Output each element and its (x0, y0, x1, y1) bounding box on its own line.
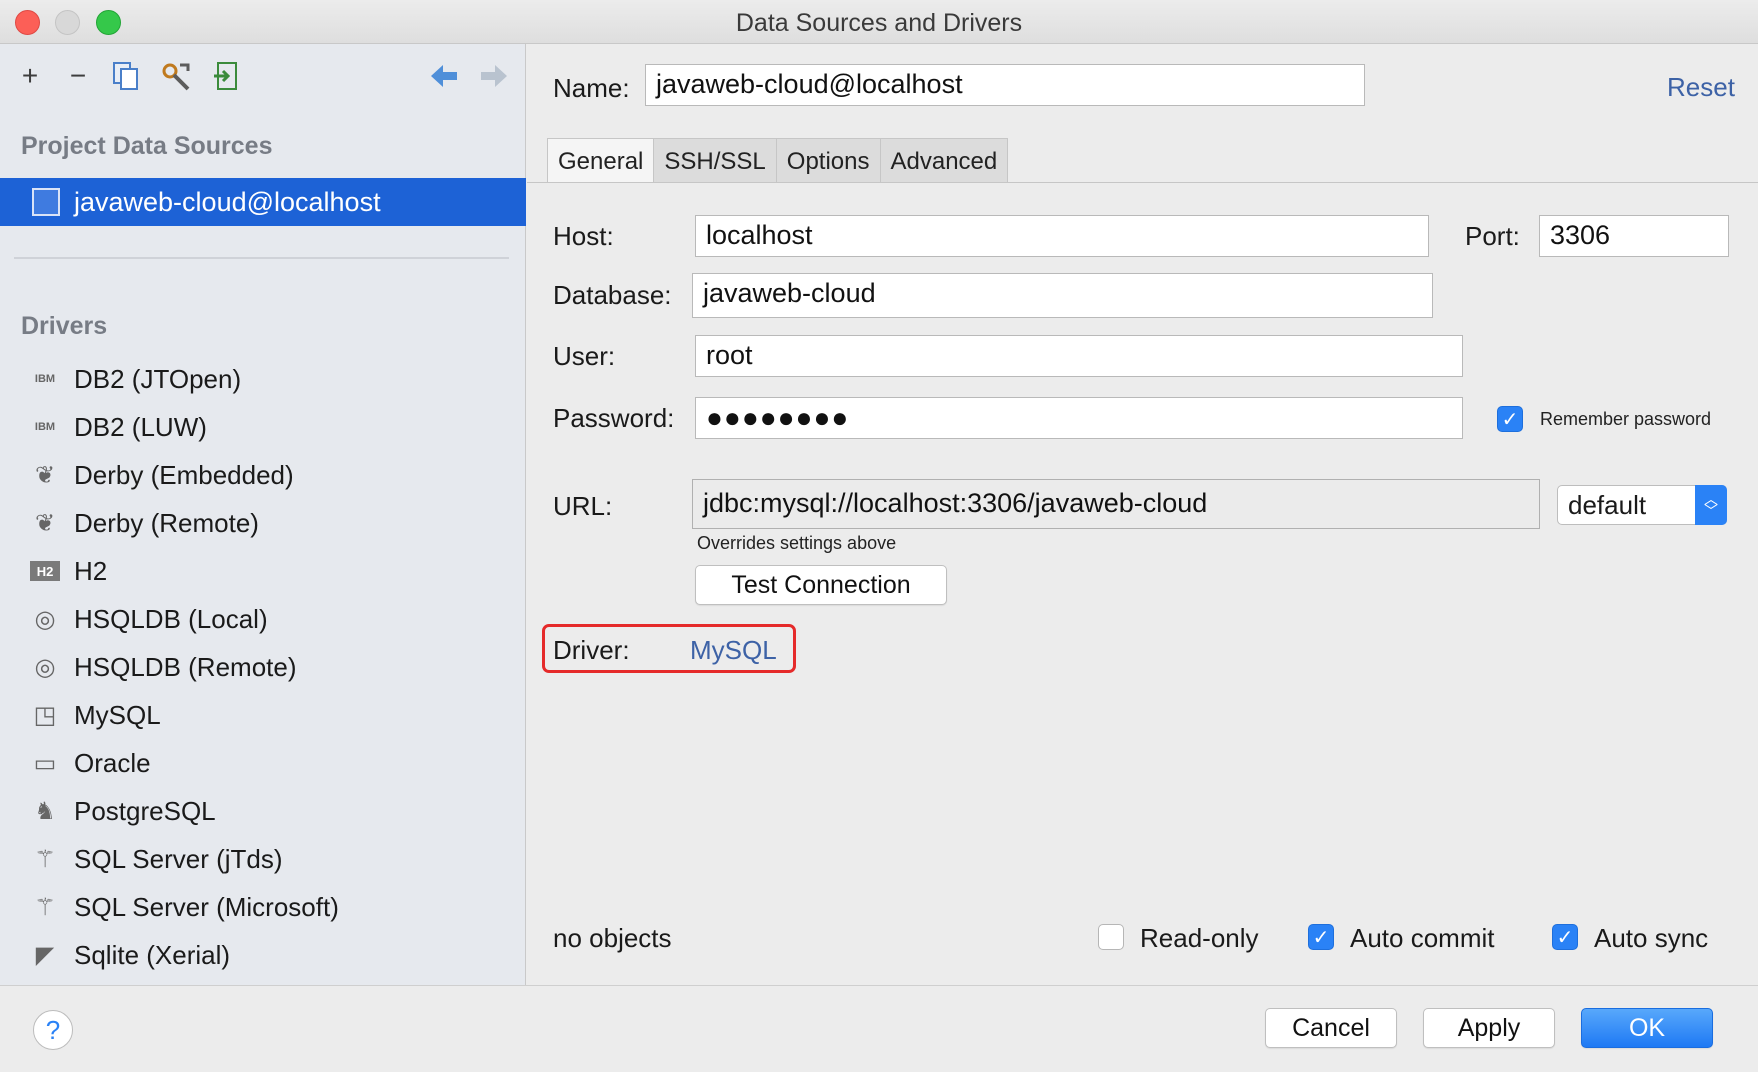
driver-item[interactable]: ❦ Derby (Remote) (0, 501, 526, 545)
driver-item[interactable]: ◎ HSQLDB (Remote) (0, 645, 526, 689)
user-input[interactable]: root (695, 335, 1463, 377)
url-mode-select[interactable]: default ︿ ﹀ (1557, 485, 1727, 525)
data-source-label: javaweb-cloud@localhost (74, 187, 381, 217)
driver-label: Sqlite (Xerial) (74, 940, 231, 970)
ok-button[interactable]: OK (1581, 1008, 1713, 1048)
url-input[interactable]: jdbc:mysql://localhost:3306/javaweb-clou… (692, 479, 1540, 529)
driver-label: SQL Server (jTds) (74, 844, 283, 874)
url-hint: Overrides settings above (697, 533, 897, 553)
tab-general[interactable]: General (547, 138, 655, 185)
copy-icon[interactable] (108, 58, 144, 94)
password-label: Password: (553, 403, 675, 433)
add-icon[interactable]: + (12, 58, 48, 94)
title-bar: Data Sources and Drivers (0, 0, 1758, 44)
tab-options[interactable]: Options (776, 138, 881, 183)
driver-item[interactable]: ♞ PostgreSQL (0, 789, 526, 833)
tab-ssh-ssl[interactable]: SSH/SSL (654, 138, 777, 183)
test-connection-button[interactable]: Test Connection (695, 565, 947, 605)
drivers-heading: Drivers (21, 312, 108, 340)
sqlserver-icon: ⚚ (34, 893, 56, 921)
back-arrow-icon[interactable] (426, 58, 462, 94)
driver-label: Derby (Embedded) (74, 460, 294, 490)
remember-password-label: Remember password (1540, 409, 1712, 429)
read-only-checkbox[interactable] (1098, 924, 1124, 950)
sidebar: + − Project Data Sources javaweb-cloud@l… (0, 44, 526, 985)
url-mode-value: default (1568, 490, 1647, 520)
h2-icon: H2 (30, 561, 60, 581)
general-pane: Host: localhost Port: 3306 Database: jav… (527, 183, 1758, 985)
oracle-icon: ▭ (33, 749, 57, 777)
name-input[interactable]: javaweb-cloud@localhost (645, 64, 1365, 106)
driver-label: MySQL (74, 700, 161, 730)
read-only-label: Read-only (1140, 923, 1259, 953)
database-input[interactable]: javaweb-cloud (692, 273, 1433, 318)
cancel-button[interactable]: Cancel (1265, 1008, 1397, 1048)
driver-label: Oracle (74, 748, 151, 778)
driver-item[interactable]: ◎ HSQLDB (Local) (0, 597, 526, 641)
driver-label: Derby (Remote) (74, 508, 259, 538)
hsqldb-icon: ◎ (34, 605, 56, 633)
driver-label: HSQLDB (Local) (74, 604, 268, 634)
auto-commit-label: Auto commit (1350, 923, 1495, 953)
driver-item[interactable]: IBM DB2 (JTOpen) (0, 357, 526, 401)
driver-highlight-box (542, 624, 796, 673)
ibm-icon: IBM (34, 373, 56, 385)
sqlserver-icon: ⚚ (34, 845, 56, 873)
driver-label: SQL Server (Microsoft) (74, 892, 339, 922)
reset-link[interactable]: Reset (1667, 72, 1735, 103)
feather-icon: ❦ (34, 461, 56, 489)
driver-label: H2 (74, 556, 108, 586)
port-label: Port: (1465, 221, 1520, 251)
ibm-icon: IBM (34, 421, 56, 433)
port-input[interactable]: 3306 (1539, 215, 1729, 257)
auto-sync-checkbox[interactable]: ✓ (1552, 924, 1578, 950)
remove-icon[interactable]: − (60, 58, 96, 94)
settings-icon[interactable] (158, 58, 194, 94)
name-label: Name: (553, 73, 630, 103)
driver-label: DB2 (JTOpen) (74, 364, 242, 394)
driver-item[interactable]: ❦ Derby (Embedded) (0, 453, 526, 497)
driver-label: PostgreSQL (74, 796, 216, 826)
driver-label: HSQLDB (Remote) (74, 652, 297, 682)
sqlite-icon: ◤ (35, 941, 55, 969)
tab-advanced[interactable]: Advanced (880, 138, 1009, 183)
database-label: Database: (553, 280, 672, 310)
driver-item[interactable]: ⚚ SQL Server (Microsoft) (0, 885, 526, 929)
url-label: URL: (553, 491, 613, 521)
auto-sync-label: Auto sync (1594, 923, 1709, 953)
import-icon[interactable] (208, 58, 244, 94)
project-data-sources-heading: Project Data Sources (21, 132, 273, 160)
mysql-icon: ◳ (33, 701, 57, 729)
host-label: Host: (553, 221, 614, 251)
feather-icon: ❦ (34, 509, 56, 537)
window-title: Data Sources and Drivers (735, 9, 1023, 37)
status-text: no objects (553, 923, 672, 953)
auto-commit-checkbox[interactable]: ✓ (1308, 924, 1334, 950)
password-input[interactable]: ●●●●●●●● (695, 397, 1463, 439)
chevron-updown-icon: ︿ ﹀ (1695, 485, 1727, 525)
help-button[interactable]: ? (33, 1010, 73, 1050)
divider (14, 257, 509, 259)
hsqldb-icon: ◎ (34, 653, 56, 681)
tab-bar: General SSH/SSL Options Advanced (547, 138, 1009, 185)
forward-arrow-icon[interactable] (476, 58, 512, 94)
driver-label: DB2 (LUW) (74, 412, 207, 442)
driver-item[interactable]: ⚚ SQL Server (jTds) (0, 837, 526, 881)
user-label: User: (553, 341, 616, 371)
apply-button[interactable]: Apply (1423, 1008, 1555, 1048)
remember-password-checkbox[interactable]: ✓ (1497, 406, 1523, 432)
host-input[interactable]: localhost (695, 215, 1429, 257)
driver-item[interactable]: H2 H2 (0, 549, 526, 593)
mysql-icon (32, 188, 60, 216)
elephant-icon: ♞ (34, 797, 56, 825)
driver-item[interactable]: ◳ MySQL (0, 693, 526, 737)
data-source-item-selected[interactable]: javaweb-cloud@localhost (0, 178, 526, 226)
driver-item[interactable]: IBM DB2 (LUW) (0, 405, 526, 449)
dialog-footer: ? Cancel Apply OK (0, 985, 1758, 1072)
driver-item[interactable]: ▭ Oracle (0, 741, 526, 785)
main-panel: Name: javaweb-cloud@localhost Reset Gene… (527, 44, 1758, 985)
driver-item[interactable]: ◤ Sqlite (Xerial) (0, 933, 526, 977)
